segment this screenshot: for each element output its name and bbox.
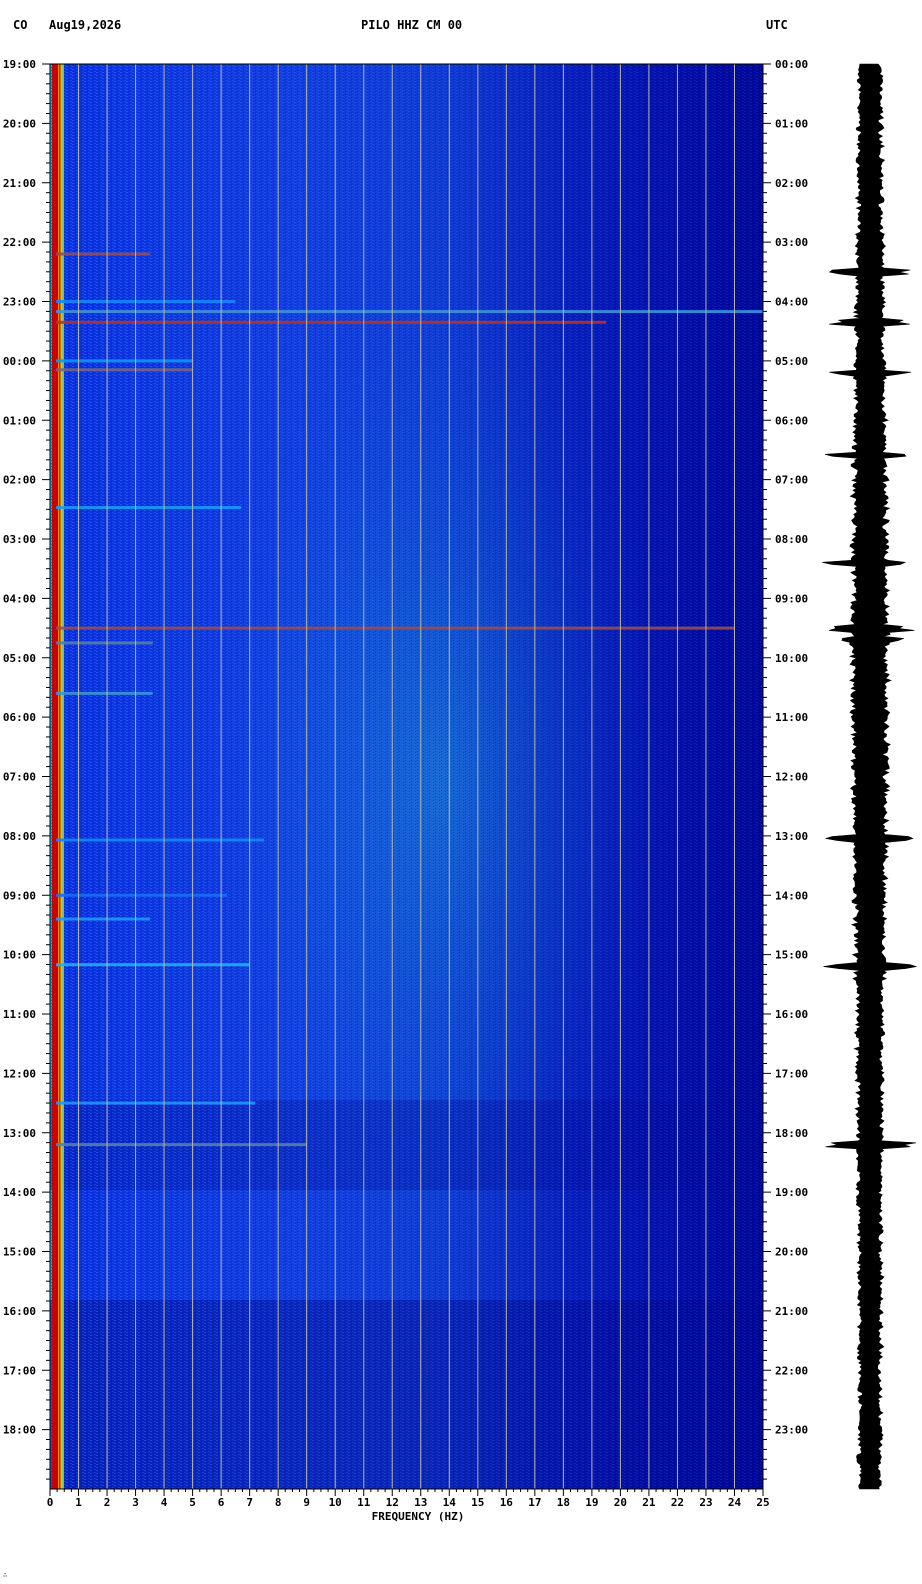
event-line-10 xyxy=(56,838,264,842)
x-tick-label-15: 15 xyxy=(471,1496,484,1509)
left-time-label-9: 04:00 xyxy=(3,592,36,605)
right-time-label-18: 18:00 xyxy=(775,1127,808,1140)
left-time-label-7: 02:00 xyxy=(3,474,36,487)
left-time-label-21: 16:00 xyxy=(3,1305,36,1318)
left-time-label-3: 22:00 xyxy=(3,236,36,249)
right-time-label-2: 02:00 xyxy=(775,177,808,190)
x-tick-label-13: 13 xyxy=(414,1496,427,1509)
x-tick-label-23: 23 xyxy=(699,1496,712,1509)
right-time-label-0: 00:00 xyxy=(775,58,808,71)
x-tick-label-4: 4 xyxy=(161,1496,168,1509)
event-line-14 xyxy=(56,1101,256,1105)
x-tick-label-11: 11 xyxy=(357,1496,371,1509)
corner-mark: ∴ xyxy=(3,1571,8,1579)
left-time-label-16: 11:00 xyxy=(3,1008,36,1021)
left-time-label-4: 23:00 xyxy=(3,296,36,309)
right-time-label-23: 23:00 xyxy=(775,1424,808,1437)
x-tick-label-21: 21 xyxy=(642,1496,656,1509)
event-line-7 xyxy=(56,626,735,630)
left-time-label-6: 01:00 xyxy=(3,414,36,427)
frequency-axis: 0 1 2 3 4 5 6 7 8 9 10 11 12 13 14 15 16 17 18 19 20 21 22 23 24… xyxy=(47,1489,770,1509)
event-line-8 xyxy=(56,641,153,645)
left-time-label-20: 15:00 xyxy=(3,1246,36,1259)
x-tick-label-16: 16 xyxy=(500,1496,514,1509)
right-time-label-11: 11:00 xyxy=(775,711,808,724)
x-tick-label-3: 3 xyxy=(132,1496,139,1509)
right-time-label-4: 04:00 xyxy=(775,296,808,309)
local-time-axis: 19:00 20:00 21:00 22:00 23:00 00:00 01:00 02:00… xyxy=(3,58,50,1480)
left-time-label-19: 14:00 xyxy=(3,1186,36,1199)
left-time-label-0: 19:00 xyxy=(3,58,36,71)
event-line-6 xyxy=(56,506,242,510)
right-time-label-13: 13:00 xyxy=(775,830,808,843)
right-time-label-7: 07:00 xyxy=(775,474,808,487)
right-time-label-21: 21:00 xyxy=(775,1305,808,1318)
left-time-label-5: 00:00 xyxy=(3,355,36,368)
right-time-label-15: 15:00 xyxy=(775,949,808,962)
right-time-label-5: 05:00 xyxy=(775,355,808,368)
low-frequency-band-edge xyxy=(58,64,64,1489)
event-line-13 xyxy=(56,963,250,967)
left-time-label-23: 18:00 xyxy=(3,1424,36,1437)
right-time-label-20: 20:00 xyxy=(775,1246,808,1259)
right-time-label-22: 22:00 xyxy=(775,1364,808,1377)
right-time-label-14: 14:00 xyxy=(775,889,808,902)
seismogram-trace xyxy=(822,63,917,1490)
right-time-label-12: 12:00 xyxy=(775,771,808,784)
left-time-label-2: 21:00 xyxy=(3,177,36,190)
utc-time-axis: 00:00 01:00 02:00 03:00 04:00 05:00 06:00 07:00… xyxy=(763,58,808,1480)
event-line-1 xyxy=(56,300,236,303)
x-tick-label-7: 7 xyxy=(246,1496,253,1509)
high-freq-fade xyxy=(50,64,763,1489)
low-frequency-band xyxy=(52,64,58,1489)
left-time-label-1: 20:00 xyxy=(3,117,36,130)
right-time-label-1: 01:00 xyxy=(775,117,808,130)
spectrogram-chart: 0 1 2 3 4 5 6 7 8 9 10 11 12 13 14 15 16 17 18 19 20 21 22 23 24… xyxy=(3,58,917,1523)
right-time-label-17: 17:00 xyxy=(775,1067,808,1080)
x-tick-label-10: 10 xyxy=(329,1496,342,1509)
left-time-label-11: 06:00 xyxy=(3,711,36,724)
x-tick-label-18: 18 xyxy=(557,1496,570,1509)
x-tick-label-0: 0 xyxy=(47,1496,54,1509)
x-tick-label-20: 20 xyxy=(614,1496,627,1509)
left-time-label-18: 13:00 xyxy=(3,1127,36,1140)
left-time-label-14: 09:00 xyxy=(3,889,36,902)
x-axis-label: FREQUENCY (HZ) xyxy=(372,1510,465,1523)
event-line-3 xyxy=(56,320,607,324)
left-time-label-8: 03:00 xyxy=(3,533,36,546)
right-time-label-3: 03:00 xyxy=(775,236,808,249)
x-tick-label-6: 6 xyxy=(218,1496,225,1509)
event-line-9 xyxy=(56,691,153,695)
x-tick-label-8: 8 xyxy=(275,1496,282,1509)
x-tick-label-14: 14 xyxy=(443,1496,457,1509)
left-time-label-22: 17:00 xyxy=(3,1364,36,1377)
x-tick-label-17: 17 xyxy=(528,1496,541,1509)
x-tick-label-12: 12 xyxy=(386,1496,399,1509)
right-time-label-6: 06:00 xyxy=(775,414,808,427)
event-line-11 xyxy=(56,893,227,897)
right-time-label-9: 09:00 xyxy=(775,592,808,605)
x-tick-label-2: 2 xyxy=(104,1496,111,1509)
right-time-label-8: 08:00 xyxy=(775,533,808,546)
x-tick-label-25: 25 xyxy=(756,1496,769,1509)
event-line-5 xyxy=(56,368,193,372)
right-time-label-19: 19:00 xyxy=(775,1186,808,1199)
seismogram-envelope xyxy=(822,63,917,1490)
left-time-label-12: 07:00 xyxy=(3,771,36,784)
x-tick-label-24: 24 xyxy=(728,1496,742,1509)
x-tick-label-9: 9 xyxy=(303,1496,310,1509)
left-time-label-10: 05:00 xyxy=(3,652,36,665)
right-time-label-10: 10:00 xyxy=(775,652,808,665)
left-time-label-13: 08:00 xyxy=(3,830,36,843)
x-tick-label-22: 22 xyxy=(671,1496,684,1509)
x-tick-label-1: 1 xyxy=(75,1496,82,1509)
left-time-label-17: 12:00 xyxy=(3,1067,36,1080)
event-line-2 xyxy=(56,310,763,314)
x-tick-label-5: 5 xyxy=(189,1496,196,1509)
left-time-label-15: 10:00 xyxy=(3,949,36,962)
right-time-label-16: 16:00 xyxy=(775,1008,808,1021)
event-line-4 xyxy=(56,359,193,363)
event-line-15 xyxy=(56,1143,307,1147)
x-tick-label-19: 19 xyxy=(585,1496,598,1509)
